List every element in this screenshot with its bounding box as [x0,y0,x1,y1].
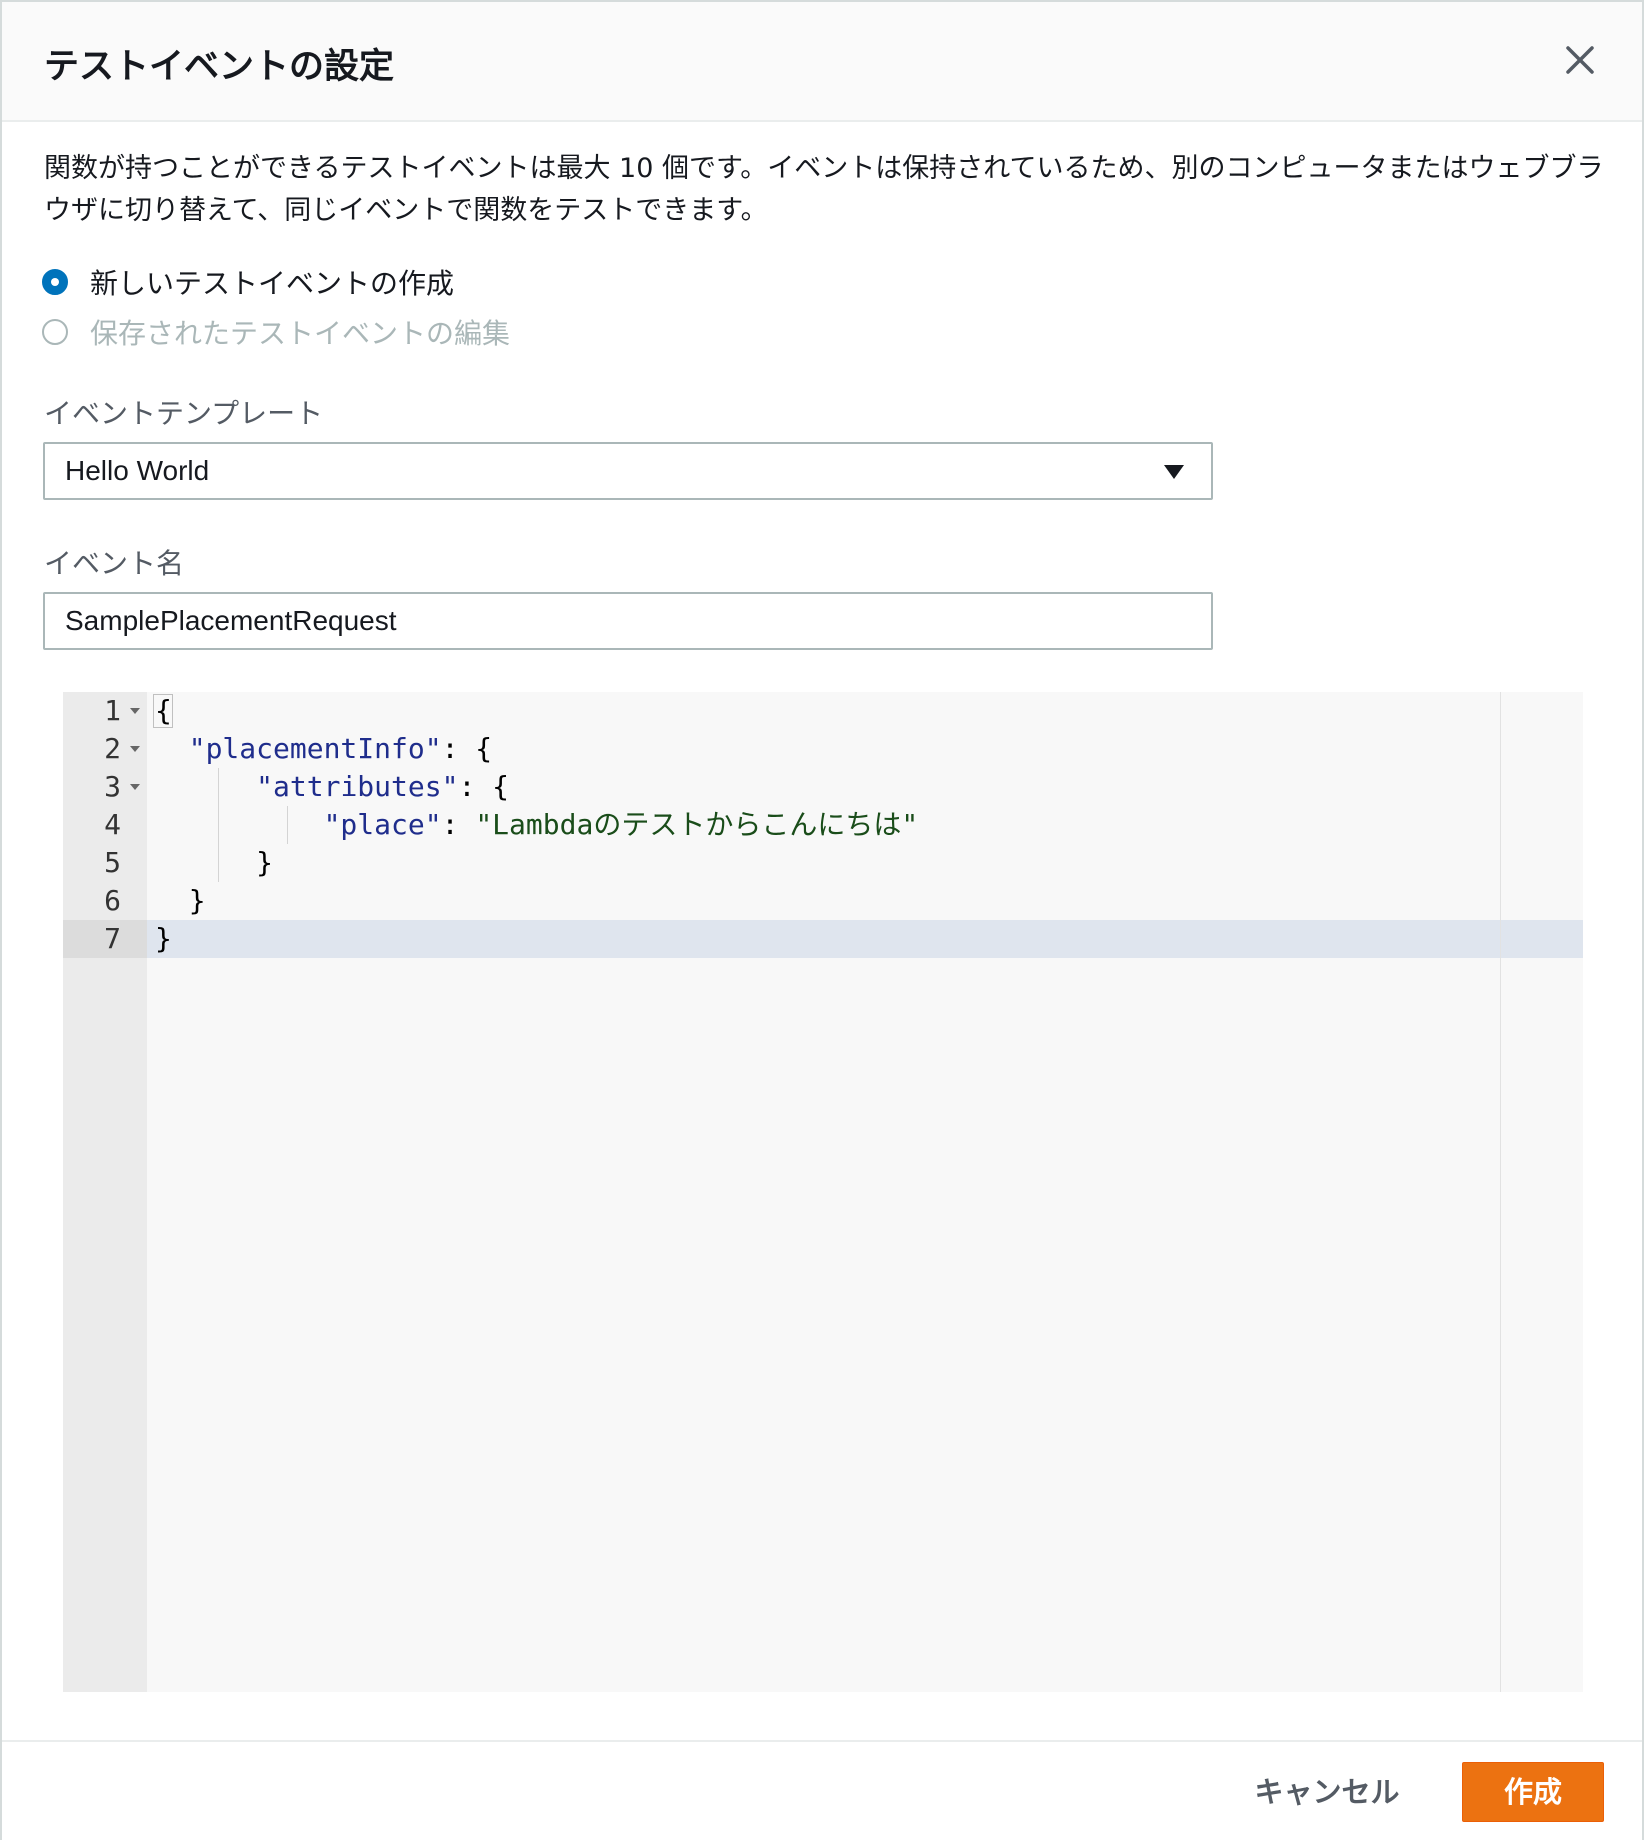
event-name-value: SamplePlacementRequest [65,605,397,636]
create-button[interactable]: 作成 [1462,1762,1604,1822]
code-line: } [155,922,172,955]
code-line: } [256,846,274,879]
line-number: 4 [104,808,121,841]
intro-text: 関数が持つことができるテストイベントは最大 10 個です。イベントは保持されてい… [44,153,1604,226]
cancel-button[interactable]: キャンセル [1237,1762,1417,1822]
event-template-select[interactable]: Hello World [43,442,1213,500]
code-line: { [155,694,172,727]
event-template-label: イベントテンプレート [44,397,324,430]
dialog-title: テストイベントの設定 [44,47,395,87]
line-number: 7 [104,922,121,955]
active-line-highlight [63,920,1583,958]
radio-button-checked[interactable] [42,269,68,295]
code-line: "attributes": { [256,770,510,803]
line-number: 5 [104,846,121,879]
print-margin [1500,692,1501,1692]
fold-arrow-icon[interactable] [130,746,140,752]
line-number: 3 [104,770,121,803]
event-name-label: イベント名 [44,547,185,580]
line-number: 1 [104,694,121,727]
event-template-value: Hello World [65,455,210,486]
radio-create-new[interactable]: 新しいテストイベントの作成 [42,262,454,302]
json-editor[interactable]: 1 2 3 4 5 6 7 { "placementInfo": { "attr… [63,692,1583,1692]
radio-label-edit-saved: 保存されたテストイベントの編集 [90,317,511,350]
test-event-dialog: テストイベントの設定 関数が持つことができるテストイベントは最大 10 個です。… [0,0,1644,1842]
dialog-header: テストイベントの設定 [2,2,1642,122]
dialog-footer: キャンセル 作成 [2,1740,1642,1842]
code-line: "placementInfo": { [188,732,493,765]
code-line: } [188,884,206,917]
line-number: 2 [104,732,121,765]
line-number: 6 [104,884,121,917]
close-icon[interactable] [1562,42,1598,78]
radio-edit-saved: 保存されたテストイベントの編集 [42,312,510,352]
code-line: "place": "Lambdaのテストからこんにちは" [323,808,919,841]
radio-button-unchecked [42,319,68,345]
fold-arrow-icon[interactable] [130,708,140,714]
caret-down-icon [1164,465,1184,479]
fold-arrow-icon[interactable] [130,784,140,790]
event-name-input[interactable]: SamplePlacementRequest [43,592,1213,650]
radio-label-create-new: 新しいテストイベントの作成 [90,267,455,300]
